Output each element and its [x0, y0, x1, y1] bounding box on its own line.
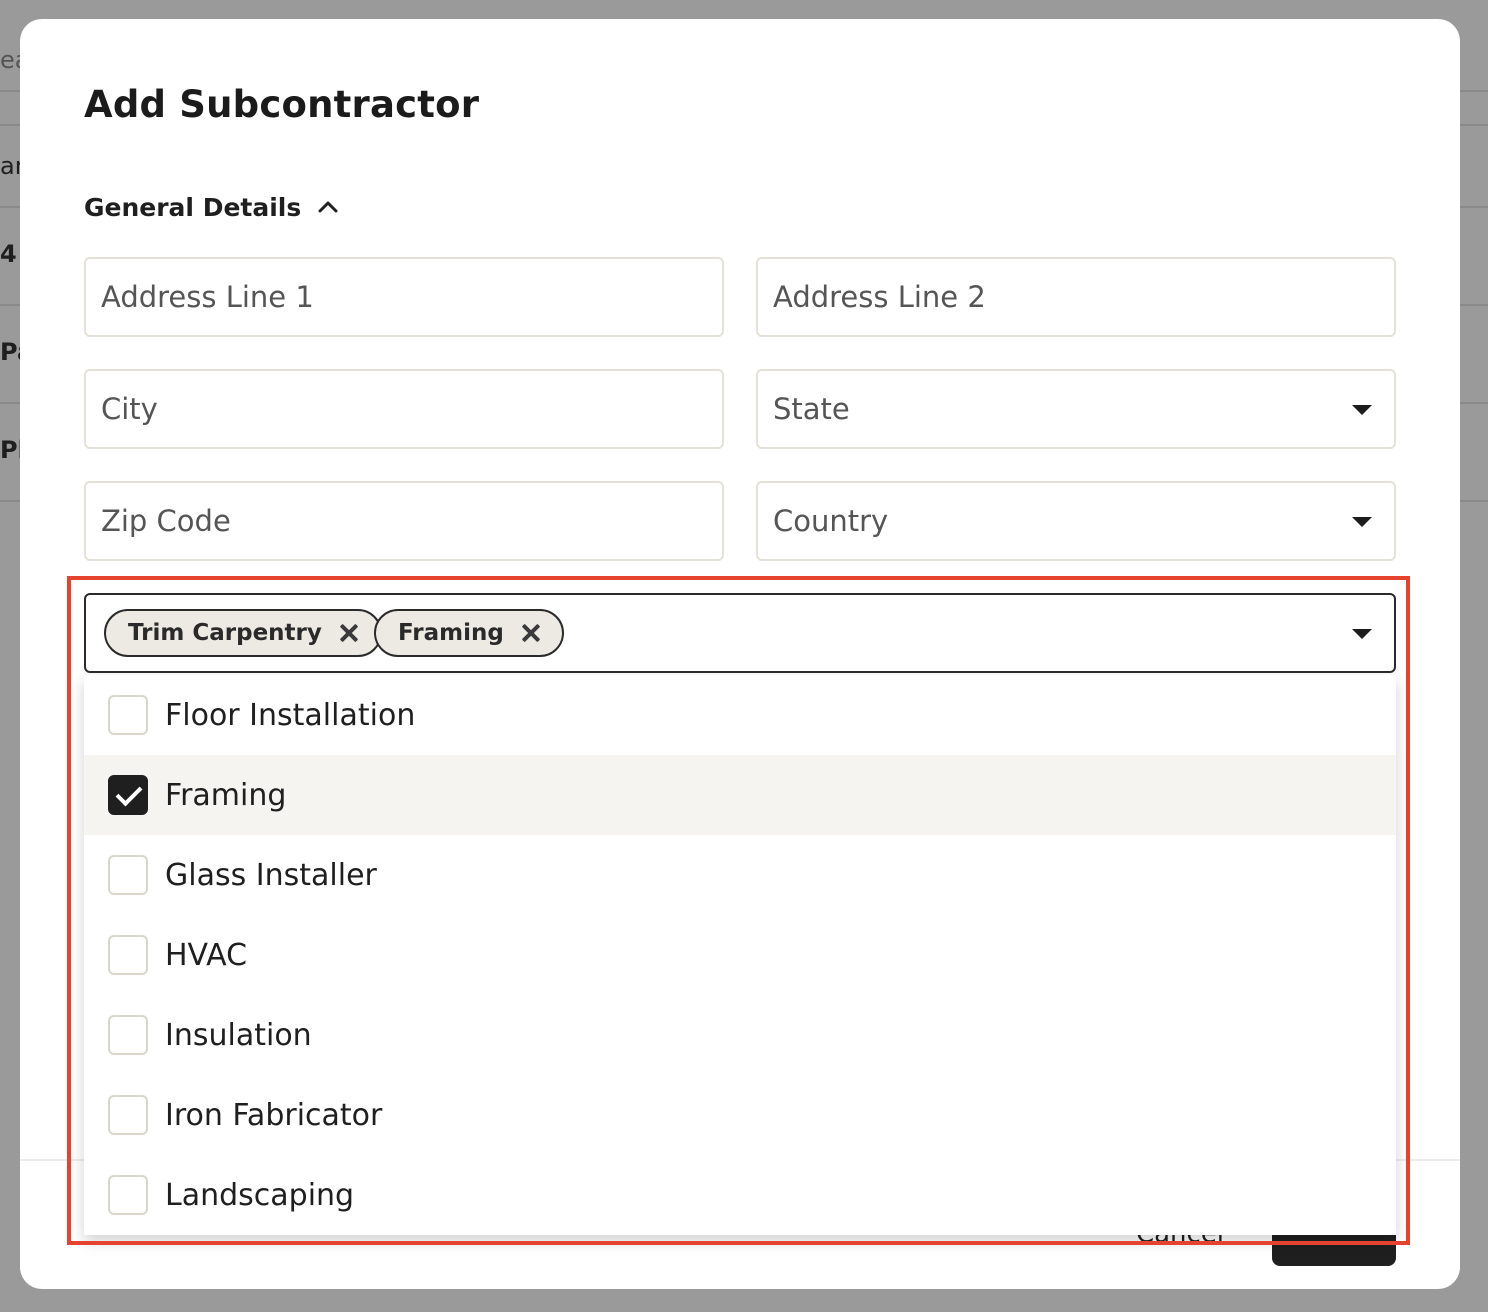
country-select[interactable]: Country — [756, 481, 1396, 561]
option-label: Landscaping — [165, 1177, 355, 1213]
state-select[interactable]: State — [756, 369, 1396, 449]
option-checkbox[interactable] — [108, 935, 148, 975]
city-input[interactable]: City — [84, 369, 724, 449]
dropdown-option[interactable]: Floor Installation — [84, 675, 1396, 755]
remove-chip-icon[interactable] — [340, 624, 358, 642]
option-label: HVAC — [165, 937, 248, 973]
country-placeholder: Country — [773, 504, 889, 538]
address-line-2-input[interactable]: Address Line 2 — [756, 257, 1396, 337]
address-line-1-placeholder: Address Line 1 — [101, 280, 314, 314]
option-checkbox[interactable] — [108, 775, 148, 815]
caret-down-icon — [1352, 517, 1372, 527]
trades-multiselect[interactable]: Trim Carpentry Framing — [84, 593, 1396, 673]
state-placeholder: State — [773, 392, 850, 426]
selected-chip: Framing — [374, 609, 564, 657]
dropdown-option[interactable]: Iron Fabricator — [84, 1075, 1396, 1155]
chip-label: Trim Carpentry — [128, 620, 322, 646]
option-checkbox[interactable] — [108, 1175, 148, 1215]
selected-chip: Trim Carpentry — [104, 609, 382, 657]
city-placeholder: City — [101, 392, 158, 426]
address-line-1-input[interactable]: Address Line 1 — [84, 257, 724, 337]
caret-down-icon — [1352, 405, 1372, 415]
option-checkbox[interactable] — [108, 695, 148, 735]
dropdown-option[interactable]: Insulation — [84, 995, 1396, 1075]
trades-dropdown-list: Floor Installation Framing Glass Install… — [84, 675, 1396, 1235]
dropdown-option[interactable]: Glass Installer — [84, 835, 1396, 915]
option-label: Framing — [165, 777, 287, 813]
zip-code-input[interactable]: Zip Code — [84, 481, 724, 561]
address-line-2-placeholder: Address Line 2 — [773, 280, 986, 314]
dropdown-option[interactable]: HVAC — [84, 915, 1396, 995]
modal-title: Add Subcontractor — [84, 83, 480, 126]
section-label: General Details — [84, 192, 302, 222]
option-label: Floor Installation — [165, 697, 416, 733]
chip-label: Framing — [398, 620, 504, 646]
option-checkbox[interactable] — [108, 1095, 148, 1135]
option-checkbox[interactable] — [108, 855, 148, 895]
option-label: Glass Installer — [165, 857, 377, 893]
option-label: Insulation — [165, 1017, 312, 1053]
remove-chip-icon[interactable] — [522, 624, 540, 642]
dropdown-option[interactable]: Landscaping — [84, 1155, 1396, 1235]
zip-code-placeholder: Zip Code — [101, 504, 231, 538]
chevron-up-icon — [318, 201, 338, 213]
option-label: Iron Fabricator — [165, 1097, 383, 1133]
option-checkbox[interactable] — [108, 1015, 148, 1055]
general-details-toggle[interactable]: General Details — [84, 189, 339, 225]
caret-down-icon[interactable] — [1352, 629, 1372, 639]
dropdown-option[interactable]: Framing — [84, 755, 1396, 835]
